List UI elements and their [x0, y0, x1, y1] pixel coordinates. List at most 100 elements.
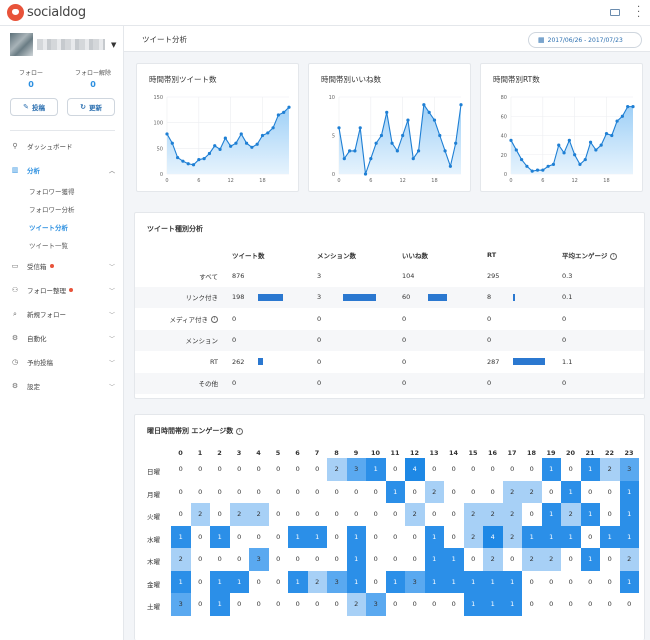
post-button[interactable]: ✎ 投稿: [10, 98, 58, 116]
heatmap-cell: 1: [171, 525, 191, 548]
heatmap-cell: 0: [502, 548, 522, 571]
heatmap-cell: 0: [249, 525, 269, 548]
cell-value: 0: [487, 314, 492, 323]
hour-header: 10: [370, 449, 381, 457]
data-point: [385, 110, 389, 114]
heatmap-cell: 2: [502, 525, 522, 548]
cell-content: 0: [317, 315, 402, 323]
automation-icon: ⚙: [11, 334, 19, 342]
sidebar-item-dashboard[interactable]: ⚲ ダッシュボード: [0, 134, 124, 158]
cell-value: 3: [317, 293, 322, 302]
heatmap-cell: 1: [483, 570, 503, 593]
sidebar-item-new-follow[interactable]: ⌕ 新規フォロー ﹀: [0, 302, 124, 326]
caret-down-icon[interactable]: ▼: [111, 41, 116, 49]
heatmap-cell: 0: [600, 480, 620, 503]
account-switcher[interactable]: ▼: [10, 33, 116, 56]
cell-content: 198: [232, 293, 317, 301]
cell-content: 876: [232, 272, 317, 280]
cell-content: 60: [402, 293, 487, 301]
heatmap-cell: 3: [327, 570, 347, 593]
heatmap-cell: 0: [229, 525, 249, 548]
heatmap-cell: 0: [171, 458, 191, 481]
column-header: ツイート数: [232, 252, 265, 260]
data-point: [509, 138, 513, 142]
sidebar-sub-follower-gain[interactable]: フォロワー獲得: [0, 182, 124, 200]
data-point: [406, 118, 410, 122]
sidebar-item-inbox[interactable]: ▭ 受信箱 ﹀: [0, 254, 124, 278]
day-label: 水曜: [147, 535, 160, 544]
heatmap-cell: 0: [288, 480, 308, 503]
y-tick-label: 50: [157, 146, 163, 152]
sidebar-item-settings[interactable]: ⚙ 設定 ﹀: [0, 374, 124, 398]
y-tick-label: 0: [504, 172, 507, 178]
cell-value: 0.3: [562, 271, 573, 280]
series-area: [167, 107, 289, 174]
sidebar-item-label: 自動化: [27, 335, 47, 343]
heatmap-cell: 0: [268, 503, 288, 526]
data-point: [348, 149, 352, 153]
y-tick-label: 100: [153, 121, 163, 127]
cell-content: 262: [232, 358, 317, 366]
heatmap-cell: 0: [210, 548, 230, 571]
table-cell: 0: [562, 308, 644, 330]
sidebar-item-scheduled[interactable]: ◷ 予約投稿 ﹀: [0, 350, 124, 374]
info-icon[interactable]: i: [236, 427, 244, 435]
column-header-label: 平均エンゲージ: [562, 252, 608, 260]
refresh-button[interactable]: ↻ 更新: [67, 98, 115, 116]
section-title-label: 曜日時間帯別 エンゲージ数: [147, 427, 234, 435]
likes-by-hour-chart: 0 5 10 0 6 12 18: [329, 95, 463, 184]
cell-value: 104: [402, 271, 415, 280]
data-point: [379, 133, 384, 138]
heatmap-cell: 0: [580, 593, 600, 616]
clock-icon: ◷: [11, 358, 19, 366]
keyboard-icon[interactable]: [610, 9, 620, 16]
sidebar-sub-tweet-analysis[interactable]: ツイート分析: [0, 218, 124, 236]
sidebar-sub-tweet-list[interactable]: ツイート一覧: [0, 236, 124, 254]
x-tick-label: 6: [369, 178, 372, 184]
heatmap-cell: 0: [522, 570, 542, 593]
info-icon[interactable]: i: [610, 252, 618, 260]
sidebar-item-follow-manage[interactable]: ⚇ フォロー整理 ﹀: [0, 278, 124, 302]
date-range-picker[interactable]: ▦ 2017/06/26 - 2017/07/23: [528, 32, 642, 48]
sidebar-item-automation[interactable]: ⚙ 自動化 ﹀: [0, 326, 124, 350]
cell-content: 0: [562, 379, 644, 387]
sidebar-sub-follower-analysis[interactable]: フォロワー分析: [0, 200, 124, 218]
day-label: 木曜: [147, 558, 160, 566]
data-point: [363, 172, 368, 176]
stat-unfollow[interactable]: フォロー解除 0: [62, 68, 124, 89]
data-point: [546, 164, 550, 168]
hour-header: 15: [468, 449, 478, 457]
data-point: [358, 126, 362, 130]
heatmap-cell: 2: [502, 503, 522, 526]
search-icon: ⌕: [13, 309, 17, 318]
row-label-text: その他: [198, 380, 219, 389]
heatmap-cell: 1: [580, 503, 600, 526]
hour-header: 14: [448, 449, 459, 457]
more-vertical-icon[interactable]: · · ·: [637, 3, 640, 23]
info-icon[interactable]: i: [211, 316, 218, 324]
cell-value: 0: [317, 357, 322, 366]
hour-header: 2: [217, 449, 222, 457]
data-point: [337, 126, 341, 130]
notification-dot: [49, 264, 54, 268]
heatmap-cell: 0: [288, 593, 308, 616]
avatar: [10, 33, 33, 56]
cell-value: 262: [232, 357, 245, 366]
y-tick-label: 10: [329, 95, 335, 101]
socialdog-logo[interactable]: socialdog: [7, 4, 86, 21]
data-point: [599, 143, 603, 147]
cell-value: 8: [487, 293, 492, 302]
date-range-label: 2017/06/26 - 2017/07/23: [547, 36, 623, 44]
table-cell: 0: [402, 351, 487, 373]
cell-value: 295: [487, 271, 500, 280]
cell-content: 3: [317, 293, 402, 301]
heatmap-cell: 0: [405, 525, 425, 548]
heatmap-cell: 3: [619, 458, 639, 481]
heatmap-cell: 0: [327, 593, 347, 616]
y-tick-label: 5: [332, 134, 335, 140]
sidebar-item-analysis[interactable]: ▥ 分析 ︿: [0, 158, 124, 182]
column-header-engagement: 平均エンゲージ i: [562, 245, 644, 265]
heatmap-cell: 0: [444, 593, 464, 616]
row-label: RT: [135, 351, 232, 373]
stat-follow[interactable]: フォロー 0: [0, 68, 62, 89]
